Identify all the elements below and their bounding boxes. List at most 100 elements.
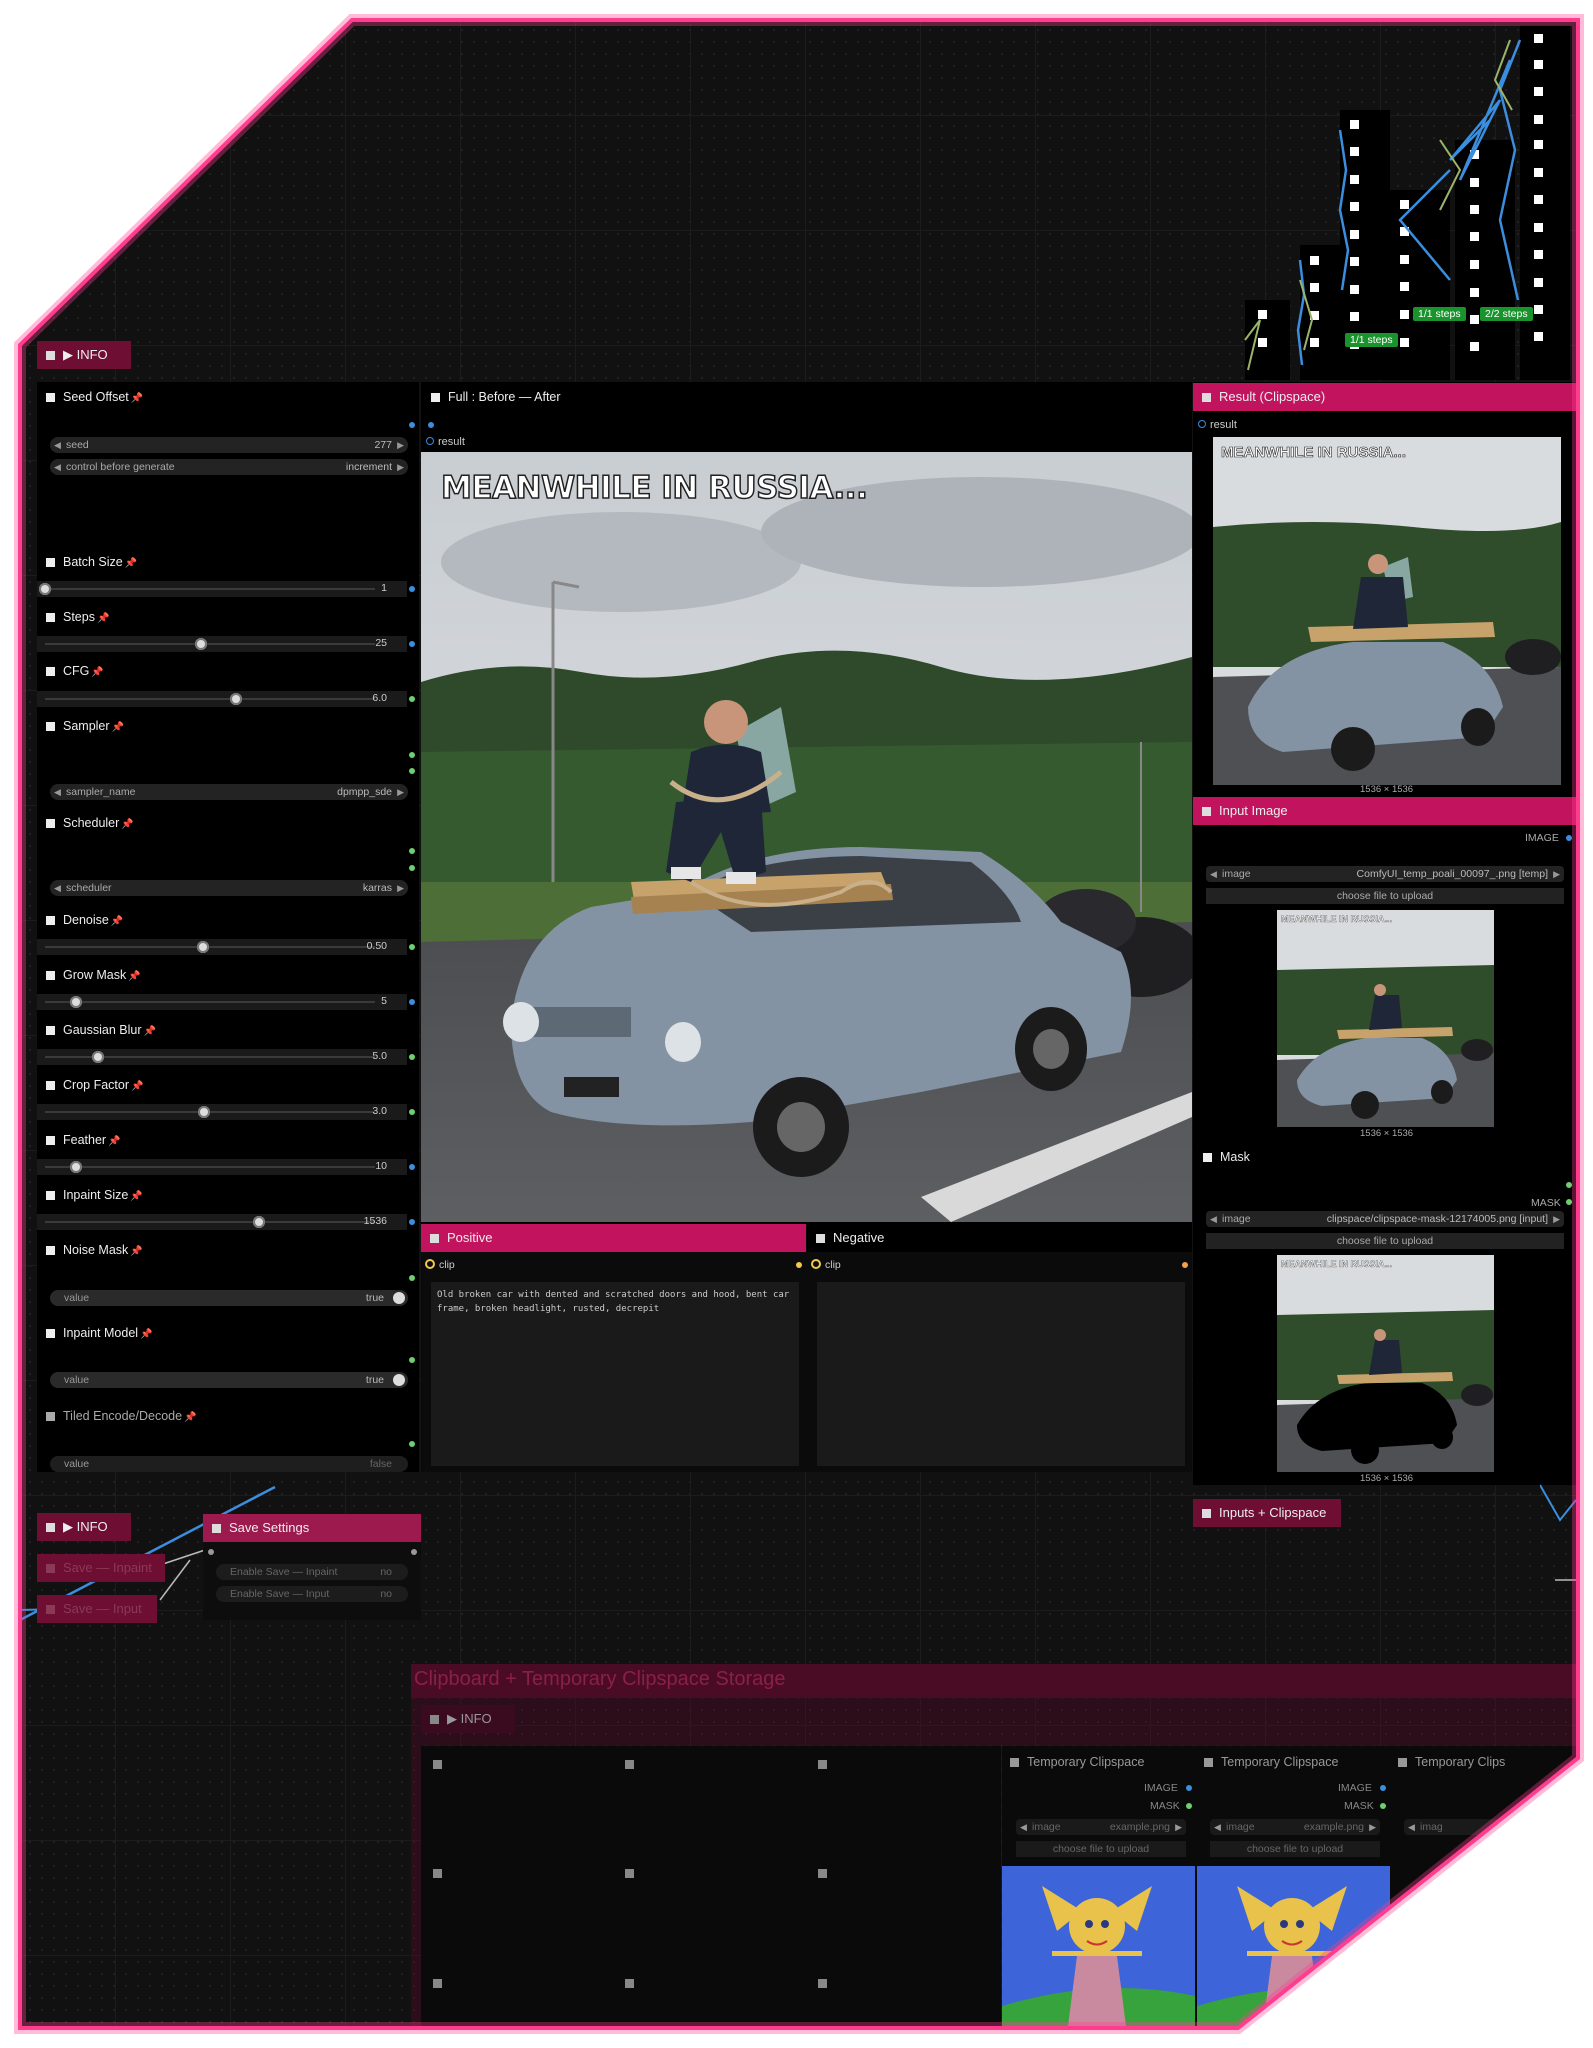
control-before-generate-widget[interactable]: ◀ control before generate increment ▶ (50, 459, 408, 475)
result-slot[interactable]: result (426, 436, 465, 448)
result-input-slot[interactable]: result (1198, 419, 1237, 431)
slider-knob[interactable] (195, 638, 207, 650)
output-slot-dot[interactable] (409, 586, 415, 592)
input-image-upload-button[interactable]: choose file to upload (1206, 888, 1564, 904)
positive-clip-input[interactable]: clip (425, 1259, 455, 1271)
positive-node-header[interactable]: Positive (421, 1224, 806, 1252)
toggle-knob[interactable] (393, 1374, 405, 1386)
image-compare-title[interactable]: Full : Before — After (431, 390, 561, 404)
input-image-preview[interactable] (1277, 910, 1494, 1127)
info-node[interactable]: ▶ INFO (37, 341, 131, 369)
slider-knob[interactable] (39, 583, 51, 595)
decrement-arrow-icon[interactable]: ◀ (54, 437, 61, 453)
increment-arrow-icon[interactable]: ▶ (1553, 1211, 1560, 1227)
decrement-arrow-icon[interactable]: ◀ (1210, 1211, 1217, 1227)
scheduler-widget[interactable]: ◀ scheduler karras ▶ (50, 880, 408, 896)
seed-widget[interactable]: ◀ seed 277 ▶ (50, 437, 408, 453)
mask-upload-button[interactable]: choose file to upload (1206, 1233, 1564, 1249)
temp-file-widget-1[interactable]: ◀ image example.png ▶ (1016, 1819, 1186, 1835)
collapse-toggle-icon[interactable] (46, 351, 55, 360)
input-image-node-header[interactable]: Input Image (1193, 797, 1577, 825)
seed-offset-title[interactable]: Seed Offset 📌 (46, 390, 143, 404)
output-slot-dot[interactable] (409, 422, 415, 428)
clipboard-info-node[interactable]: ▶ INFO (421, 1705, 515, 1733)
increment-arrow-icon[interactable]: ▶ (397, 880, 404, 896)
feather-slider[interactable]: 10 (37, 1159, 407, 1175)
steps-slider[interactable]: 25 (37, 636, 407, 652)
mask-output-dot[interactable] (1380, 1803, 1386, 1809)
temp-example-previews[interactable] (1002, 1866, 1392, 2034)
inpaint-model-toggle[interactable]: value true (50, 1372, 408, 1388)
output-slot-dot[interactable] (1566, 1182, 1572, 1188)
output-slot-dot[interactable] (409, 641, 415, 647)
positive-output-dot[interactable] (796, 1262, 802, 1268)
crop-factor-slider[interactable]: 3.0 (37, 1104, 407, 1120)
sampler-title[interactable]: Sampler 📌 (46, 719, 124, 733)
info-node-bottom[interactable]: ▶ INFO (37, 1513, 131, 1541)
grow-mask-title[interactable]: Grow Mask 📌 (46, 968, 141, 982)
output-slot-dot[interactable] (409, 944, 415, 950)
decrement-arrow-icon[interactable]: ◀ (54, 784, 61, 800)
output-slot-dot[interactable] (409, 1054, 415, 1060)
increment-arrow-icon[interactable]: ▶ (1175, 1819, 1182, 1835)
output-slot-dot[interactable] (409, 865, 415, 871)
decrement-arrow-icon[interactable]: ◀ (1214, 1819, 1221, 1835)
mask-output-dot[interactable] (1186, 1803, 1192, 1809)
output-slot-dot[interactable] (409, 1219, 415, 1225)
tiled-encode-title[interactable]: Tiled Encode/Decode 📌 (46, 1409, 197, 1423)
positive-prompt-textarea[interactable]: Old broken car with dented and scratched… (431, 1282, 799, 1466)
input-slot-dot[interactable] (208, 1549, 214, 1555)
negative-prompt-textarea[interactable] (817, 1282, 1185, 1466)
noise-mask-title[interactable]: Noise Mask 📌 (46, 1243, 143, 1257)
increment-arrow-icon[interactable]: ▶ (397, 459, 404, 475)
output-slot-dot[interactable] (409, 1441, 415, 1447)
output-slot-dot[interactable] (409, 1109, 415, 1115)
compare-image[interactable] (421, 452, 1192, 1222)
steps-title[interactable]: Steps 📌 (46, 610, 109, 624)
noise-mask-toggle[interactable]: value true (50, 1290, 408, 1306)
temp-upload-button-2[interactable]: choose file to upload (1210, 1841, 1380, 1857)
temp-clipspace-title-2[interactable]: Temporary Clipspace (1204, 1755, 1338, 1769)
enable-save-input-toggle[interactable]: Enable Save — Input no (216, 1586, 408, 1602)
increment-arrow-icon[interactable]: ▶ (1553, 866, 1560, 882)
output-slot-dot[interactable] (409, 1275, 415, 1281)
temp-clipspace-title-1[interactable]: Temporary Clipspace (1010, 1755, 1144, 1769)
input-slot-dot[interactable] (428, 422, 434, 428)
slider-knob[interactable] (198, 1106, 210, 1118)
save-inpaint-node[interactable]: Save — Inpaint (37, 1554, 165, 1582)
slider-knob[interactable] (230, 693, 242, 705)
gaussian-blur-slider[interactable]: 5.0 (37, 1049, 407, 1065)
mask-output-dot[interactable] (1566, 1199, 1572, 1205)
save-input-node[interactable]: Save — Input (37, 1595, 157, 1623)
collapse-toggle-icon[interactable] (46, 1523, 55, 1532)
output-slot-dot[interactable] (409, 848, 415, 854)
node-canvas[interactable]: 1/1 steps 1/1 steps 2/2 steps ▶ INFO See… (20, 20, 1578, 2034)
increment-arrow-icon[interactable]: ▶ (397, 784, 404, 800)
cfg-slider[interactable]: 6.0 (37, 691, 407, 707)
slider-knob[interactable] (92, 1051, 104, 1063)
negative-output-dot[interactable] (1182, 1262, 1188, 1268)
increment-arrow-icon[interactable]: ▶ (1369, 1819, 1376, 1835)
decrement-arrow-icon[interactable]: ◀ (1210, 866, 1217, 882)
slider-knob[interactable] (253, 1216, 265, 1228)
result-clipspace-node-header[interactable]: Result (Clipspace) (1193, 383, 1577, 411)
enable-save-inpaint-toggle[interactable]: Enable Save — Inpaint no (216, 1564, 408, 1580)
collapse-toggle-icon[interactable] (430, 1715, 439, 1724)
mask-node-title[interactable]: Mask (1203, 1150, 1250, 1164)
inpaint-size-title[interactable]: Inpaint Size 📌 (46, 1188, 143, 1202)
slider-knob[interactable] (197, 941, 209, 953)
tiled-encode-toggle[interactable]: value false (50, 1456, 408, 1472)
feather-title[interactable]: Feather 📌 (46, 1133, 121, 1147)
decrement-arrow-icon[interactable]: ◀ (54, 459, 61, 475)
cfg-title[interactable]: CFG 📌 (46, 664, 104, 678)
decrement-arrow-icon[interactable]: ◀ (54, 880, 61, 896)
grow-mask-slider[interactable]: 5 (37, 994, 407, 1010)
negative-node-header[interactable]: Negative (807, 1224, 1192, 1252)
input-image-file-widget[interactable]: ◀ image ComfyUI_temp_poali_00097_.png [t… (1206, 866, 1564, 882)
output-slot-dot[interactable] (409, 768, 415, 774)
output-slot-dot[interactable] (409, 696, 415, 702)
temp-upload-button-1[interactable]: choose file to upload (1016, 1841, 1186, 1857)
mask-file-widget[interactable]: ◀ image clipspace/clipspace-mask-1217400… (1206, 1211, 1564, 1227)
crop-factor-title[interactable]: Crop Factor 📌 (46, 1078, 143, 1092)
inpaint-model-title[interactable]: Inpaint Model 📌 (46, 1326, 153, 1340)
